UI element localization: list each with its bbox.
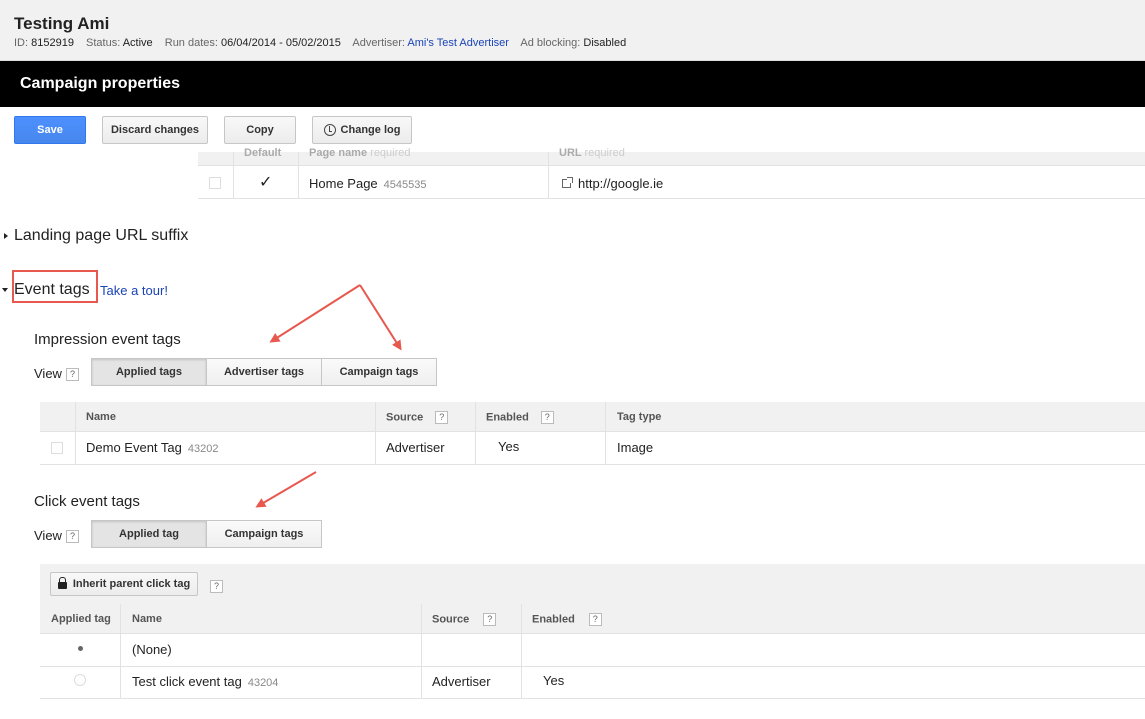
- arrow-to-campaign-tags: [359, 284, 402, 351]
- campaign-properties-page: Testing Ami ID: 8152919 Status: Active R…: [0, 0, 1145, 719]
- arrow-to-advertiser-tags: [269, 284, 361, 343]
- arrow-to-click-campaign-tags: [255, 471, 317, 508]
- annotation-arrows: [255, 284, 402, 508]
